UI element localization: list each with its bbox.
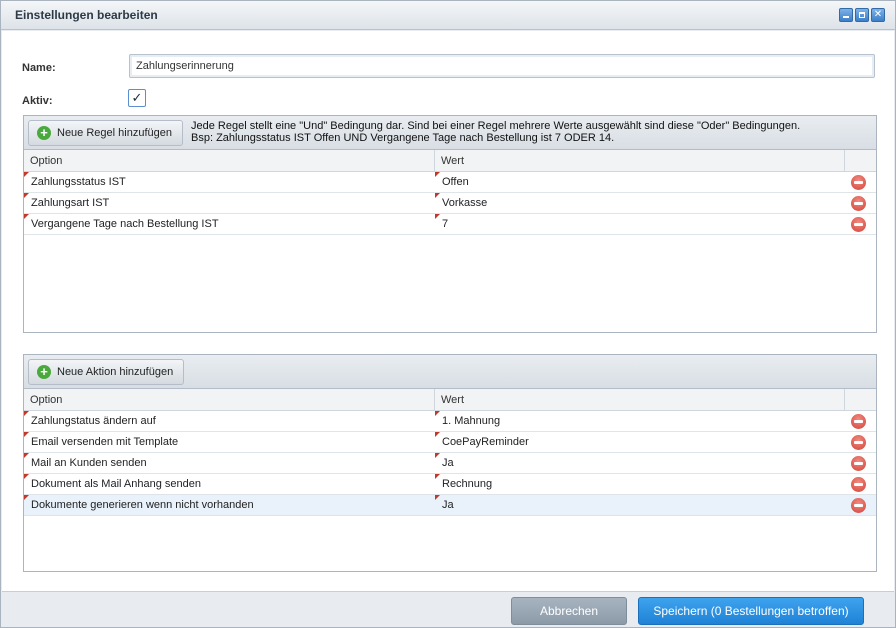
maximize-icon[interactable] <box>855 8 869 22</box>
actions-grid-header: Option Wert <box>24 389 876 411</box>
close-icon[interactable]: ✕ <box>871 8 885 22</box>
row-value[interactable]: Rechnung <box>435 474 845 494</box>
table-row[interactable]: Mail an Kunden senden Ja <box>24 453 876 474</box>
col-option[interactable]: Option <box>24 150 435 171</box>
rules-grid-header: Option Wert <box>24 150 876 172</box>
remove-icon[interactable] <box>851 217 866 232</box>
table-row[interactable]: Zahlungstatus ändern auf 1. Mahnung <box>24 411 876 432</box>
row-option[interactable]: Mail an Kunden senden <box>24 453 435 473</box>
remove-icon[interactable] <box>851 414 866 429</box>
row-option[interactable]: Vergangene Tage nach Bestellung IST <box>24 214 435 234</box>
dialog-content: Name: Aktiv: ✓ + Neue Regel hinzufügen J… <box>2 31 894 592</box>
name-input[interactable] <box>129 54 875 78</box>
rules-hint-line1: Jede Regel stellt eine "Und" Bedingung d… <box>191 120 801 132</box>
actions-panel: + Neue Aktion hinzufügen Option Wert Zah… <box>23 354 877 572</box>
checkmark-icon: ✓ <box>131 90 143 105</box>
remove-icon[interactable] <box>851 175 866 190</box>
row-value[interactable]: Ja <box>435 495 845 515</box>
row-option[interactable]: Email versenden mit Template <box>24 432 435 452</box>
table-row[interactable]: Zahlungsart IST Vorkasse <box>24 193 876 214</box>
rules-hint-line2: Bsp: Zahlungsstatus IST Offen UND Vergan… <box>191 132 615 144</box>
table-row[interactable]: Email versenden mit Template CoePayRemin… <box>24 432 876 453</box>
save-button[interactable]: Speichern (0 Bestellungen betroffen) <box>638 597 864 625</box>
actions-toolbar: + Neue Aktion hinzufügen <box>24 355 876 389</box>
window-controls: ✕ <box>839 8 885 22</box>
remove-icon[interactable] <box>851 456 866 471</box>
row-value[interactable]: Offen <box>435 172 845 192</box>
minimize-icon[interactable] <box>839 8 853 22</box>
table-row[interactable]: Vergangene Tage nach Bestellung IST 7 <box>24 214 876 235</box>
dialog-footer: Abbrechen Speichern (0 Bestellungen betr… <box>1 593 895 627</box>
col-value[interactable]: Wert <box>435 389 845 410</box>
add-action-label: Neue Aktion hinzufügen <box>57 366 174 378</box>
plus-icon: + <box>37 365 51 379</box>
row-value[interactable]: 7 <box>435 214 845 234</box>
col-value[interactable]: Wert <box>435 150 845 171</box>
rules-panel: + Neue Regel hinzufügen Jede Regel stell… <box>23 115 877 333</box>
row-option[interactable]: Zahlungsart IST <box>24 193 435 213</box>
col-option[interactable]: Option <box>24 389 435 410</box>
name-label: Name: <box>22 62 56 74</box>
titlebar[interactable]: Einstellungen bearbeiten ✕ <box>1 1 895 30</box>
table-row[interactable]: Dokument als Mail Anhang senden Rechnung <box>24 474 876 495</box>
cancel-button[interactable]: Abbrechen <box>511 597 627 625</box>
add-rule-button[interactable]: + Neue Regel hinzufügen <box>28 120 183 146</box>
remove-icon[interactable] <box>851 477 866 492</box>
row-value[interactable]: Vorkasse <box>435 193 845 213</box>
rules-toolbar: + Neue Regel hinzufügen Jede Regel stell… <box>24 116 876 150</box>
active-checkbox[interactable]: ✓ <box>128 89 146 107</box>
row-value[interactable]: CoePayReminder <box>435 432 845 452</box>
active-label: Aktiv: <box>22 95 53 107</box>
col-actions <box>845 389 876 410</box>
remove-icon[interactable] <box>851 498 866 513</box>
row-option[interactable]: Zahlungsstatus IST <box>24 172 435 192</box>
row-value[interactable]: Ja <box>435 453 845 473</box>
remove-icon[interactable] <box>851 196 866 211</box>
col-actions <box>845 150 876 171</box>
table-row[interactable]: Zahlungsstatus IST Offen <box>24 172 876 193</box>
row-option[interactable]: Dokumente generieren wenn nicht vorhande… <box>24 495 435 515</box>
table-row[interactable]: Dokumente generieren wenn nicht vorhande… <box>24 495 876 516</box>
settings-window: Einstellungen bearbeiten ✕ Name: Aktiv: … <box>0 0 896 628</box>
add-rule-label: Neue Regel hinzufügen <box>57 127 172 139</box>
rules-hint: Jede Regel stellt eine "Und" Bedingung d… <box>191 120 800 144</box>
add-action-button[interactable]: + Neue Aktion hinzufügen <box>28 359 185 385</box>
row-option[interactable]: Zahlungstatus ändern auf <box>24 411 435 431</box>
plus-icon: + <box>37 126 51 140</box>
remove-icon[interactable] <box>851 435 866 450</box>
row-value[interactable]: 1. Mahnung <box>435 411 845 431</box>
row-option[interactable]: Dokument als Mail Anhang senden <box>24 474 435 494</box>
window-title: Einstellungen bearbeiten <box>15 8 158 22</box>
